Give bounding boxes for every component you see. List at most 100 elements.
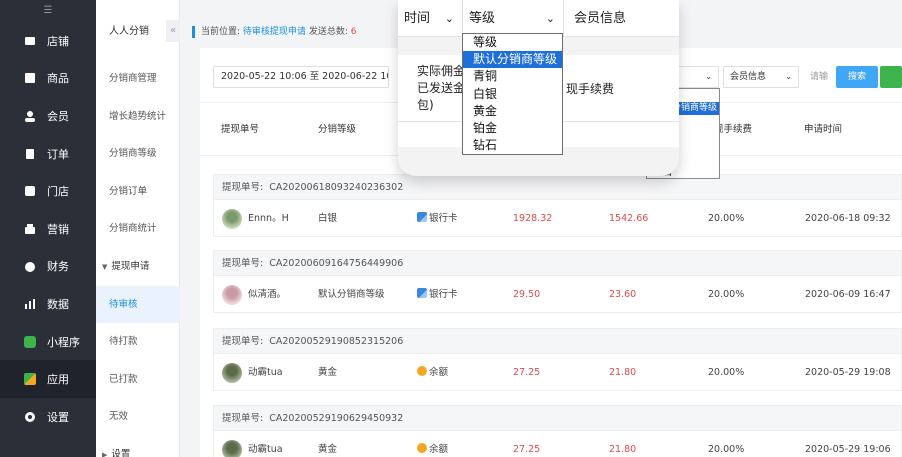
payment-method: 余额 bbox=[417, 431, 448, 457]
order-number: CA20200609164756449906 bbox=[269, 258, 404, 269]
sub-item-level[interactable]: 分销商等级 bbox=[96, 135, 180, 173]
date-range-input[interactable]: 2020-05-22 10:06 至 2020-06-22 10:06 ▦ bbox=[213, 66, 389, 88]
table-row[interactable]: 动霸tua 黄金 余额 27.25 21.80 20.00% 2020-05-2… bbox=[213, 353, 902, 391]
nav-label: 门店 bbox=[47, 185, 69, 199]
sub-item-orders[interactable]: 分销订单 bbox=[96, 173, 180, 211]
balance-coin-icon bbox=[417, 443, 427, 453]
nav-item-finance[interactable]: 财务 bbox=[0, 248, 96, 286]
sub-item-growth[interactable]: 增长趋势统计 bbox=[96, 98, 180, 136]
bank-card-icon bbox=[417, 212, 427, 222]
fee-rate: 20.00% bbox=[708, 213, 745, 224]
apply-amount: 1928.32 bbox=[513, 213, 553, 224]
total-count: 6 bbox=[350, 27, 357, 37]
nav-item-apps[interactable]: 应用 bbox=[0, 360, 96, 398]
zoom-popup: 时间 ⌄ 等级 ⌄ 会员信息 实际佣金 已发送金 包) 现手续费 等级 默认分销商等… bbox=[398, 0, 679, 176]
settings-icon bbox=[24, 411, 36, 423]
sub-item-invalid[interactable]: 无效 bbox=[96, 398, 180, 436]
bank-card-icon bbox=[417, 288, 427, 298]
main-sidebar: ☰ 店铺 商品 会员 订单 门店 营销 财务 数据 小程序 应用 设置 bbox=[0, 0, 96, 457]
sub-title: 人人分销 « bbox=[96, 0, 180, 64]
payment-method: 余额 bbox=[417, 354, 448, 392]
member-name: 动霸tua bbox=[248, 367, 283, 378]
balance-coin-icon bbox=[417, 366, 427, 376]
avatar bbox=[222, 285, 242, 305]
nav-item-miniapp[interactable]: 小程序 bbox=[0, 323, 96, 361]
order-label: 提现单号: bbox=[222, 258, 264, 269]
sub-item-stats[interactable]: 分销商统计 bbox=[96, 210, 180, 248]
order-number: CA20200529190629450932 bbox=[269, 413, 404, 424]
zoom-fee-text: 现手续费 bbox=[566, 82, 615, 96]
level-option[interactable]: 黄金 bbox=[463, 103, 562, 120]
row-order-header: 提现单号: CA20200609164756449906 bbox=[213, 250, 902, 276]
menu-icon[interactable]: ☰ bbox=[0, 0, 96, 22]
sub-group-label: 设置 bbox=[111, 448, 131, 457]
caret-down-icon: ▼ bbox=[102, 262, 108, 271]
actual-amount: 21.80 bbox=[609, 444, 637, 455]
nav-item-order[interactable]: 订单 bbox=[0, 135, 96, 173]
nav-item-data[interactable]: 数据 bbox=[0, 285, 96, 323]
order-icon bbox=[24, 148, 36, 160]
fee-rate: 20.00% bbox=[708, 367, 745, 378]
payment-label: 银行卡 bbox=[429, 213, 458, 224]
header-apply-time: 申请时间 bbox=[804, 124, 843, 135]
level-option[interactable]: 等级 bbox=[463, 34, 562, 51]
zoom-level-select[interactable]: 等级 ⌄ bbox=[463, 0, 564, 37]
actual-amount: 1542.66 bbox=[609, 213, 649, 224]
member-level: 黄金 bbox=[318, 444, 338, 455]
member-name: Ennn。H bbox=[248, 213, 289, 224]
order-label: 提现单号: bbox=[222, 336, 264, 347]
sub-item-pending-review[interactable]: 待审核 bbox=[96, 285, 180, 324]
fee-rate: 20.00% bbox=[708, 444, 745, 455]
miniapp-icon bbox=[24, 335, 36, 348]
nav-item-goods[interactable]: 商品 bbox=[0, 60, 96, 98]
date-range-value: 2020-05-22 10:06 至 2020-06-22 10:06 bbox=[221, 71, 388, 82]
zoom-time-select[interactable]: 时间 ⌄ bbox=[398, 0, 463, 37]
nav-item-store[interactable]: 店铺 bbox=[0, 22, 96, 60]
collapse-button[interactable]: « bbox=[166, 20, 180, 42]
member-select-value: 会员信息 bbox=[730, 72, 767, 82]
breadcrumb: 当前位置: 待审核提现申请 发送总数: 6 bbox=[192, 26, 356, 38]
level-option[interactable]: 青铜 bbox=[463, 68, 562, 85]
chevron-down-icon: ⌄ bbox=[444, 12, 454, 25]
chevron-down-icon: ⌄ bbox=[705, 72, 712, 81]
header-level: 分销等级 bbox=[318, 124, 357, 135]
payment-label: 银行卡 bbox=[429, 289, 458, 300]
nav-item-marketing[interactable]: 营销 bbox=[0, 210, 96, 248]
export-button[interactable] bbox=[880, 66, 902, 88]
member-info-select[interactable]: 会员信息 ⌄ bbox=[723, 66, 799, 88]
zoom-level-value: 等级 bbox=[469, 11, 496, 26]
zoom-filter-bar: 时间 ⌄ 等级 ⌄ 会员信息 bbox=[398, 0, 679, 37]
table-row[interactable]: Ennn。H 白银 银行卡 1928.32 1542.66 20.00% 202… bbox=[213, 199, 902, 237]
level-option-selected[interactable]: 默认分销商等级 bbox=[463, 51, 562, 69]
apply-time: 2020-05-29 19:06 bbox=[805, 444, 891, 455]
nav-label: 设置 bbox=[47, 410, 69, 424]
data-icon bbox=[24, 298, 36, 310]
order-number: CA20200529190852315206 bbox=[269, 336, 404, 347]
nav-item-settings[interactable]: 设置 bbox=[0, 398, 96, 436]
sub-item-pending-payment[interactable]: 待打款 bbox=[96, 323, 180, 361]
level-option[interactable]: 铂金 bbox=[463, 120, 562, 137]
order-label: 提现单号: bbox=[222, 413, 264, 424]
level-option[interactable]: 钻石 bbox=[463, 137, 562, 154]
avatar bbox=[222, 363, 242, 383]
nav-item-shop[interactable]: 门店 bbox=[0, 172, 96, 210]
member-level: 黄金 bbox=[318, 367, 338, 378]
sub-group-settings[interactable]: ▶ 设置 bbox=[96, 436, 180, 457]
apply-time: 2020-06-18 09:32 bbox=[805, 213, 891, 224]
level-option[interactable]: 白银 bbox=[463, 86, 562, 103]
nav-label: 数据 bbox=[47, 297, 69, 311]
avatar bbox=[222, 440, 242, 457]
member-icon bbox=[24, 110, 36, 122]
table-row[interactable]: 动霸tua 黄金 余额 27.25 21.80 20.00% 2020-05-2… bbox=[213, 430, 902, 457]
sub-item-distributor[interactable]: 分销商管理 bbox=[96, 60, 180, 98]
nav-label: 商品 bbox=[47, 72, 69, 86]
nav-item-member[interactable]: 会员 bbox=[0, 97, 96, 135]
sub-group-withdraw[interactable]: ▼ 提现申请 bbox=[96, 248, 180, 286]
apply-amount: 27.25 bbox=[513, 444, 541, 455]
sub-item-paid[interactable]: 已打款 bbox=[96, 361, 180, 399]
breadcrumb-current[interactable]: 待审核提现申请 bbox=[243, 27, 306, 37]
search-button[interactable]: 搜索 bbox=[836, 66, 878, 88]
zoom-member-select[interactable]: 会员信息 bbox=[564, 0, 679, 37]
table-row[interactable]: 似清酒。 默认分销商等级 银行卡 29.50 23.60 20.00% 2020… bbox=[213, 275, 902, 313]
actual-amount: 21.80 bbox=[609, 367, 637, 378]
